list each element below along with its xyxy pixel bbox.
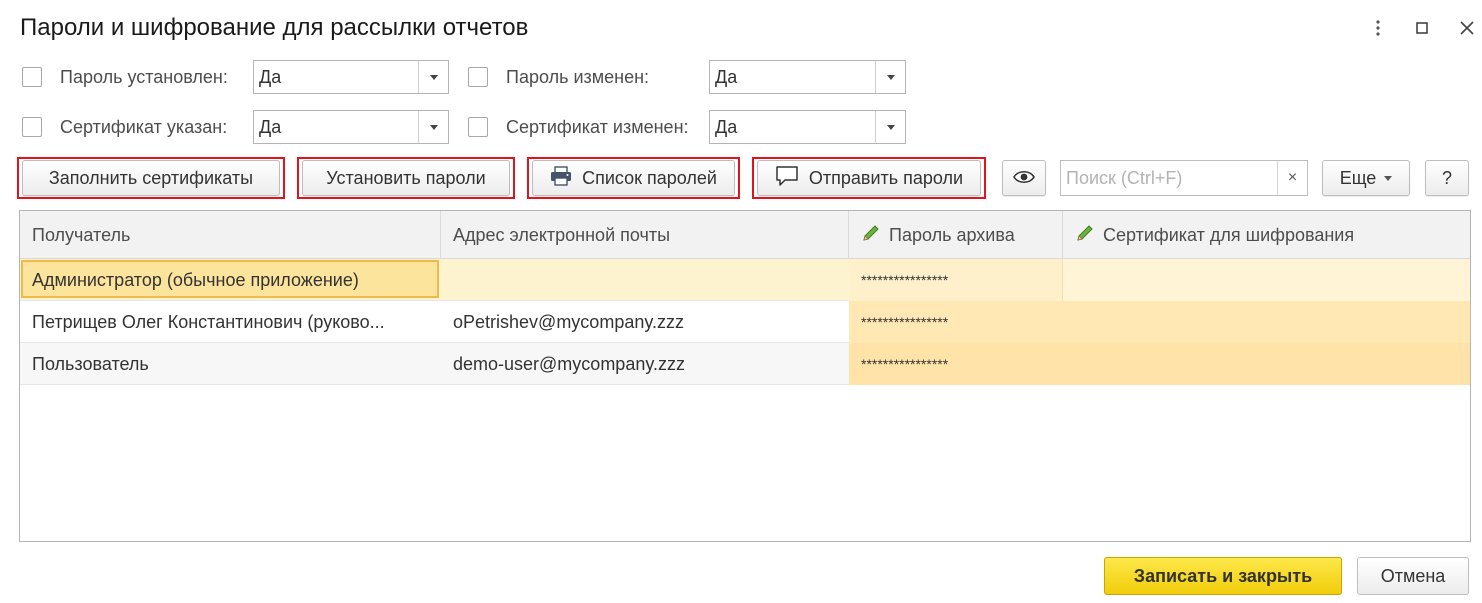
save-and-close-button[interactable]: Записать и закрыть <box>1104 557 1342 595</box>
password-changed-value: Да <box>715 67 738 87</box>
chevron-down-icon[interactable] <box>418 61 448 93</box>
email-cell[interactable]: demo-user@mycompany.zzz <box>441 343 849 385</box>
archive-password-cell[interactable]: **************** <box>849 343 1063 385</box>
pencil-icon <box>1075 223 1095 248</box>
table-header: Получатель Адрес электронной почты Парол… <box>20 211 1470 259</box>
column-header-archive-password[interactable]: Пароль архива <box>849 211 1063 259</box>
pencil-icon <box>861 223 881 248</box>
column-header-email[interactable]: Адрес электронной почты <box>441 211 849 259</box>
send-passwords-label: Отправить пароли <box>808 167 964 188</box>
maximize-icon[interactable] <box>1407 10 1437 46</box>
email-cell[interactable]: oPetrishev@mycompany.zzz <box>441 301 849 343</box>
cancel-button[interactable]: Отмена <box>1357 557 1469 595</box>
certificate-specified-label: Сертификат указан: <box>60 117 228 137</box>
password-set-label: Пароль установлен: <box>60 67 228 87</box>
chevron-down-icon[interactable] <box>875 111 905 143</box>
certificate-changed-checkbox[interactable] <box>468 117 488 137</box>
password-list-label: Список паролей <box>582 167 717 188</box>
recipient-cell[interactable]: Пользователь <box>20 343 441 385</box>
table-row[interactable]: Администратор (обычное приложение) *****… <box>20 259 1470 301</box>
printer-icon <box>550 165 572 191</box>
more-actions-icon[interactable] <box>1363 10 1393 46</box>
column-header-encryption-certificate[interactable]: Сертификат для шифрования <box>1063 211 1470 259</box>
password-list-button[interactable]: Список паролей <box>532 160 735 196</box>
table-row[interactable]: Петрищев Олег Константинович (руково... … <box>20 301 1470 343</box>
certificate-changed-label: Сертификат изменен: <box>506 117 689 137</box>
certificate-changed-select[interactable]: Да <box>709 110 906 144</box>
certificate-specified-select[interactable]: Да <box>253 110 449 144</box>
search-box[interactable]: × <box>1060 160 1308 196</box>
chevron-down-icon[interactable] <box>875 61 905 93</box>
password-changed-select[interactable]: Да <box>709 60 906 94</box>
password-set-value: Да <box>259 67 282 87</box>
fill-certificates-button[interactable]: Заполнить сертификаты <box>22 160 280 196</box>
certificate-cell[interactable] <box>1063 259 1470 301</box>
set-passwords-label: Установить пароли <box>326 167 486 188</box>
close-icon[interactable] <box>1452 10 1482 46</box>
table-row[interactable]: Пользователь demo-user@mycompany.zzz ***… <box>20 343 1470 385</box>
recipient-cell[interactable]: Петрищев Олег Константинович (руково... <box>20 301 441 343</box>
more-button[interactable]: Еще <box>1322 160 1410 196</box>
chevron-down-icon[interactable] <box>418 111 448 143</box>
comment-icon <box>775 165 799 192</box>
clear-search-icon[interactable]: × <box>1277 161 1307 195</box>
eye-icon <box>1013 168 1035 189</box>
chevron-down-icon <box>1384 175 1393 181</box>
fill-certificates-label: Заполнить сертификаты <box>48 167 254 188</box>
archive-password-cell[interactable]: **************** <box>849 259 1063 301</box>
certificate-specified-checkbox[interactable] <box>22 117 42 137</box>
certificate-changed-value: Да <box>715 117 738 137</box>
recipient-cell[interactable]: Администратор (обычное приложение) <box>20 259 441 301</box>
password-changed-checkbox[interactable] <box>468 67 488 87</box>
send-passwords-button[interactable]: Отправить пароли <box>757 160 981 196</box>
window-title: Пароли и шифрование для рассылки отчетов <box>20 14 529 41</box>
set-passwords-button[interactable]: Установить пароли <box>302 160 510 196</box>
recipients-table[interactable]: Получатель Адрес электронной почты Парол… <box>19 210 1471 542</box>
help-button[interactable]: ? <box>1425 160 1469 196</box>
password-set-checkbox[interactable] <box>22 67 42 87</box>
password-set-select[interactable]: Да <box>253 60 449 94</box>
email-cell[interactable] <box>441 259 849 301</box>
view-toggle-button[interactable] <box>1002 160 1046 196</box>
certificate-cell[interactable] <box>1063 301 1470 343</box>
archive-password-cell[interactable]: **************** <box>849 301 1063 343</box>
search-input[interactable] <box>1061 161 1277 195</box>
help-label: ? <box>1441 167 1452 188</box>
certificate-specified-value: Да <box>259 117 282 137</box>
password-changed-label: Пароль изменен: <box>506 67 650 87</box>
column-header-recipient[interactable]: Получатель <box>20 211 441 259</box>
certificate-cell[interactable] <box>1063 343 1470 385</box>
more-label: Еще <box>1339 167 1377 188</box>
